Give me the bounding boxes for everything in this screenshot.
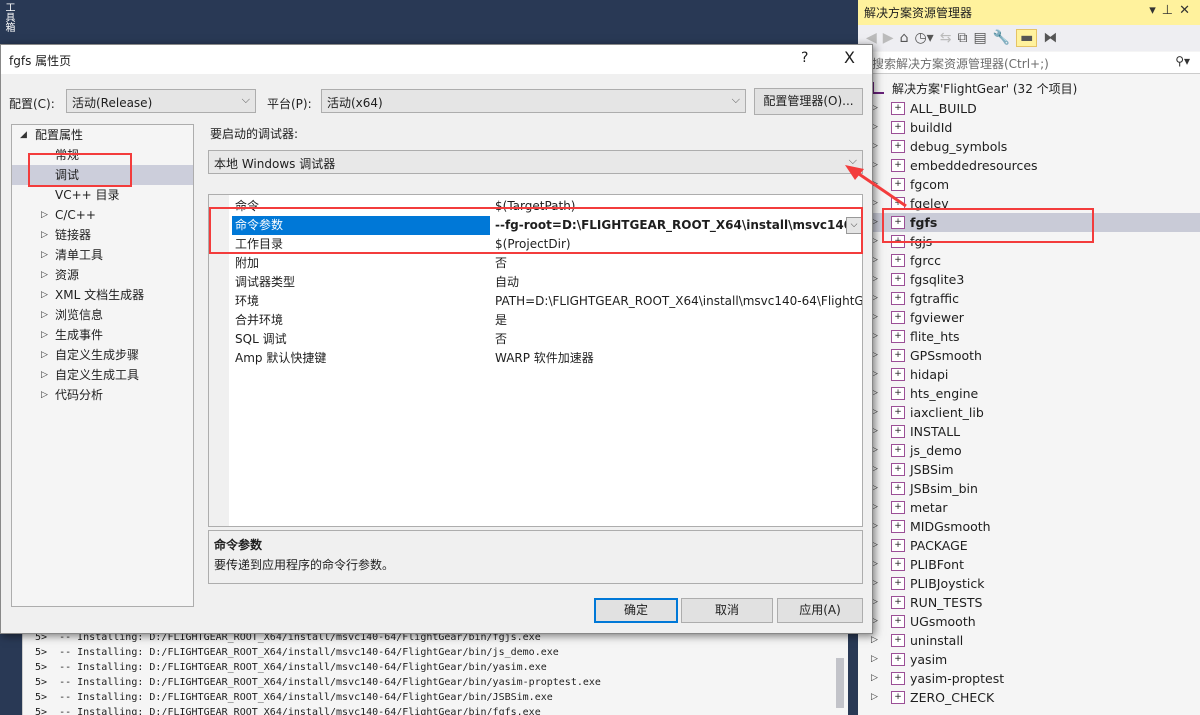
annotation-arrow — [845, 165, 907, 208]
